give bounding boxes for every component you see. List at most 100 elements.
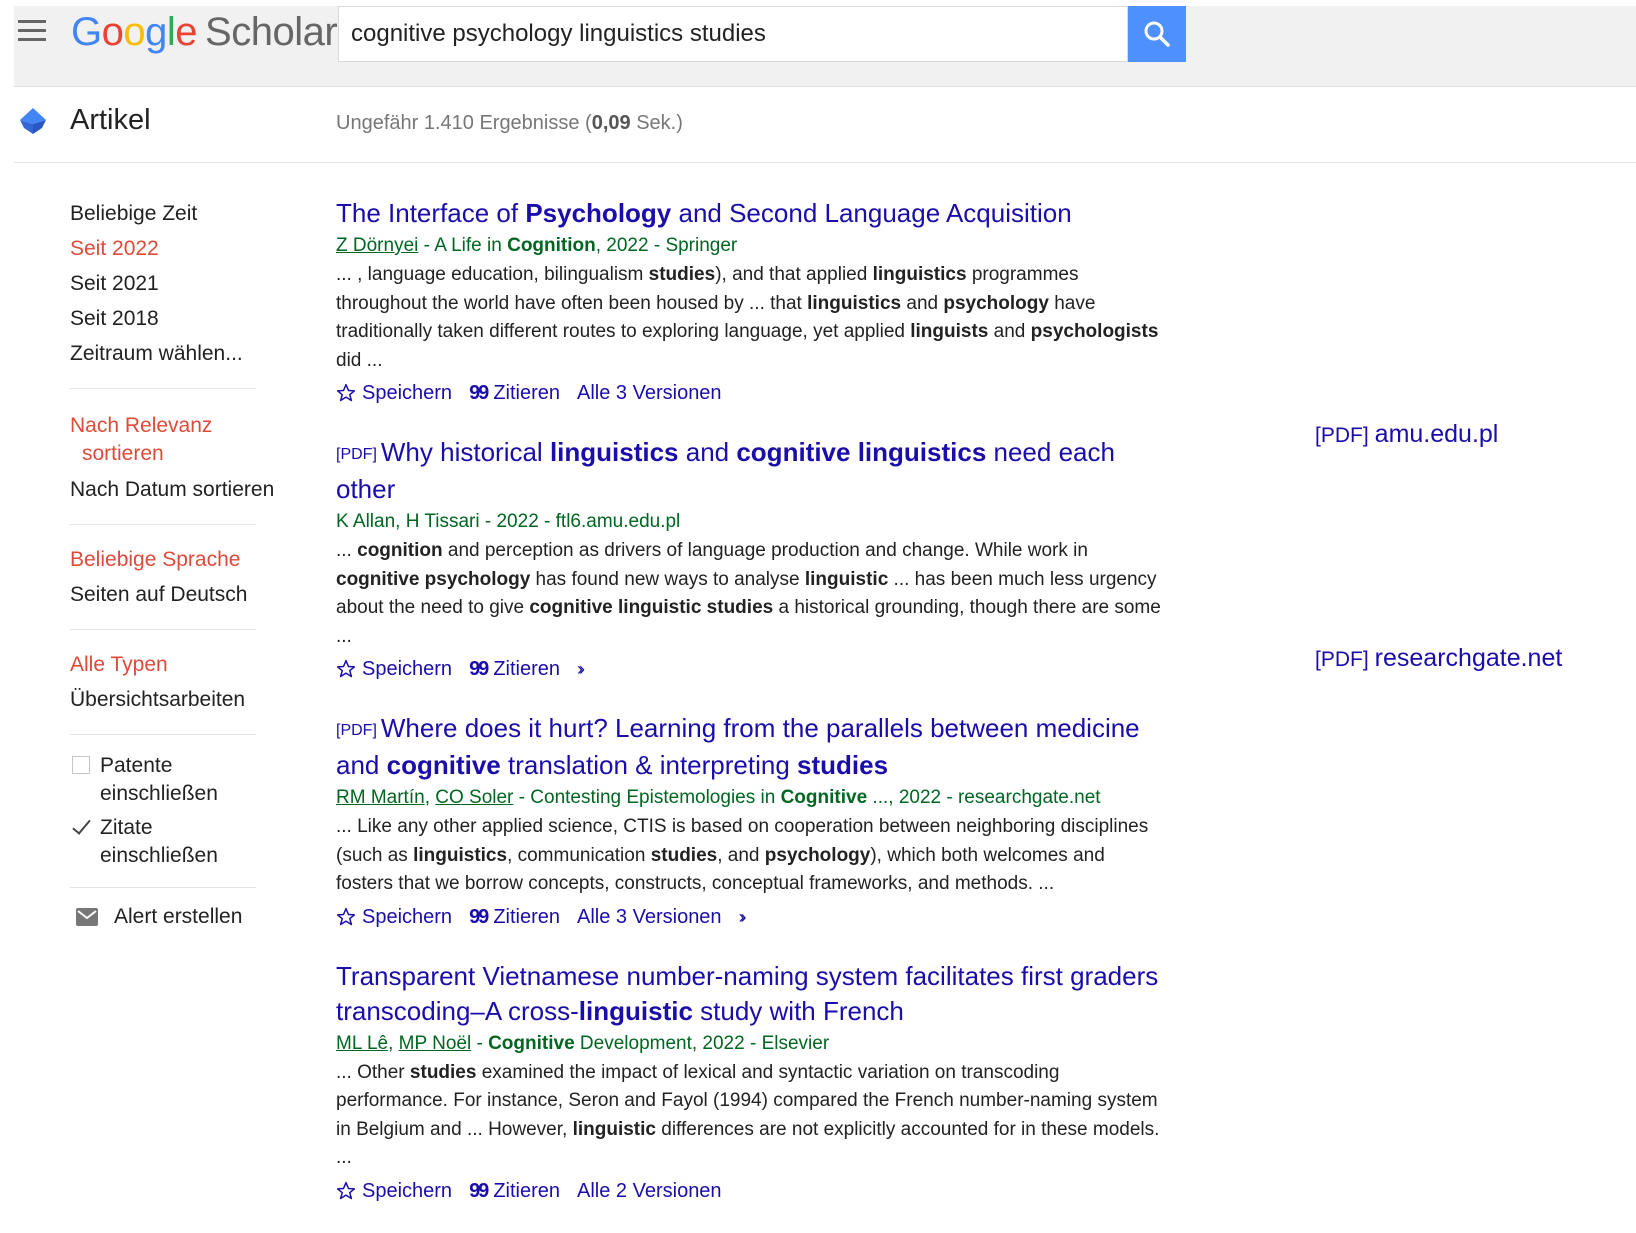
divider (70, 629, 256, 630)
text-fragment: and (678, 437, 737, 467)
text-fragment: K Allan, H Tissari - 2022 - ftl6.amu.edu… (336, 511, 681, 532)
filter-german-pages[interactable]: Seiten auf Deutsch (70, 577, 260, 612)
result-meta: K Allan, H Tissari - 2022 - ftl6.amu.edu… (336, 507, 1166, 537)
save-button[interactable]: Speichern (336, 652, 452, 686)
search-input[interactable] (338, 6, 1128, 62)
text-fragment: and (901, 292, 944, 314)
text-fragment: cognitive (386, 750, 501, 780)
more-options-icon[interactable]: ›› (577, 652, 585, 686)
result-meta: Z Dörnyei - A Life in Cognition, 2022 - … (336, 231, 1166, 261)
filter-review-articles[interactable]: Übersichtsarbeiten (70, 682, 260, 717)
text-fragment: , 2022 - Springer (595, 235, 738, 256)
result-actions: Speichern 99 Zitieren Alle 3 Versionen ›› (336, 900, 1166, 934)
all-versions-link[interactable]: Alle 3 Versionen (577, 900, 722, 934)
result-title-link[interactable]: [PDF] Why historical linguistics and cogn… (336, 435, 1166, 507)
cite-button[interactable]: 99 Zitieren (469, 900, 560, 934)
result-snippet: ... , language education, bilingualism s… (336, 261, 1166, 375)
text-fragment: and Second Language Acquisition (671, 198, 1072, 228)
text-fragment: psychologists (1030, 321, 1159, 342)
quote-icon: 99 (469, 1179, 489, 1202)
result-title-link[interactable]: The Interface of Psychology and Second L… (336, 196, 1166, 231)
divider (70, 388, 256, 389)
text-fragment: ), and that applied (715, 264, 873, 285)
filter-custom-range[interactable]: Zeitraum wählen... (70, 336, 260, 371)
save-button[interactable]: Speichern (336, 376, 452, 410)
include-citations-checkbox[interactable]: Zitate einschließen (70, 814, 260, 870)
cite-button[interactable]: 99 Zitieren (469, 376, 560, 410)
filter-since-2021[interactable]: Seit 2021 (70, 266, 260, 301)
author-link[interactable]: Z Dörnyei (336, 235, 418, 256)
search-button[interactable] (1128, 6, 1186, 62)
text-fragment: , communication (507, 844, 651, 866)
google-scholar-logo[interactable]: Google Scholar (71, 6, 338, 58)
text-fragment: linguistic (578, 995, 693, 1026)
pdf-tag: [PDF] (336, 446, 377, 463)
text-fragment: studies (797, 750, 889, 780)
star-icon (336, 383, 356, 402)
text-fragment: The Interface of (336, 198, 526, 228)
text-fragment: translation & interpreting (500, 750, 798, 780)
filter-any-time[interactable]: Beliebige Zeit (70, 196, 260, 231)
text-fragment: studies (648, 264, 716, 285)
text-fragment: - (471, 1032, 489, 1054)
filter-since-2018[interactable]: Seit 2018 (70, 301, 260, 336)
text-fragment: and (988, 321, 1031, 342)
all-versions-link[interactable]: Alle 2 Versionen (577, 1174, 722, 1208)
sort-by-date[interactable]: Nach Datum sortieren (70, 472, 274, 507)
star-icon (336, 1181, 356, 1199)
articles-icon[interactable] (18, 106, 48, 136)
result-actions: Speichern 99 Zitieren Alle 3 Versionen (336, 376, 1166, 410)
author-link[interactable]: ML Lê (336, 1033, 388, 1054)
search-result: [PDF] Why historical linguistics and cogn… (336, 435, 1166, 686)
results-list: The Interface of Psychology and Second L… (336, 196, 1166, 1233)
filter-since-2022[interactable]: Seit 2022 (70, 231, 260, 266)
result-title-link[interactable]: Transparent Vietnamese number-naming sys… (336, 959, 1166, 1029)
more-options-icon[interactable]: ›› (739, 900, 747, 934)
envelope-icon (76, 908, 98, 926)
result-stats: Ungefähr 1.410 Ergebnisse (0,09 Sek.) (336, 112, 683, 134)
checkbox-checked[interactable] (72, 818, 90, 836)
filter-all-types[interactable]: Alle Typen (70, 647, 260, 682)
author-link[interactable]: MP Noël (399, 1033, 472, 1054)
section-bar: Artikel Ungefähr 1.410 Ergebnisse (0,09 … (14, 88, 1636, 163)
text-fragment: psychology (943, 292, 1049, 314)
text-fragment: cognitive linguistic studies (529, 597, 774, 618)
text-fragment: , (424, 787, 436, 808)
author-link[interactable]: RM Martín (336, 787, 425, 808)
save-button[interactable]: Speichern (336, 900, 452, 934)
text-fragment: did ... (336, 349, 383, 371)
search-result: [PDF] Where does it hurt? Learning from t… (336, 711, 1166, 934)
result-meta: RM Martín, CO Soler - Contesting Epistem… (336, 783, 1166, 813)
save-button[interactable]: Speichern (336, 1174, 452, 1208)
text-fragment: cognitive linguistics (736, 437, 987, 467)
author-link[interactable]: CO Soler (435, 787, 513, 808)
cite-button[interactable]: 99 Zitieren (469, 652, 560, 686)
star-icon (336, 907, 356, 925)
text-fragment: - Contesting Epistemologies in (513, 787, 781, 808)
filter-any-language[interactable]: Beliebige Sprache (70, 542, 260, 577)
result-actions: Speichern 99 Zitieren ›› (336, 652, 1166, 686)
pdf-link-amu[interactable]: [PDF] amu.edu.pl (1315, 420, 1498, 449)
include-patents-checkbox[interactable]: Patente einschließen (70, 752, 260, 808)
sort-by-relevance[interactable]: Nach Relevanz sortieren (70, 406, 260, 472)
text-fragment: linguistics (413, 844, 508, 866)
checkbox-unchecked[interactable] (72, 756, 90, 774)
text-fragment: Cognitive (780, 787, 868, 808)
text-fragment: psychology (764, 844, 871, 866)
text-fragment: cognitive psychology (336, 568, 531, 590)
result-title-link[interactable]: [PDF] Where does it hurt? Learning from t… (336, 711, 1166, 783)
result-actions: Speichern 99 Zitieren Alle 2 Versionen (336, 1174, 1166, 1208)
text-fragment: linguistics (549, 437, 679, 467)
pdf-link-researchgate[interactable]: [PDF] researchgate.net (1315, 644, 1562, 673)
all-versions-link[interactable]: Alle 3 Versionen (577, 376, 722, 410)
text-fragment: , (388, 1032, 399, 1054)
star-icon (336, 659, 356, 678)
hamburger-menu-icon[interactable] (18, 20, 46, 42)
text-fragment: ... (336, 540, 358, 561)
text-fragment: ..., 2022 - researchgate.net (867, 787, 1101, 808)
top-bar: Google Scholar (14, 6, 1636, 87)
text-fragment: linguistics (872, 264, 967, 285)
cite-button[interactable]: 99 Zitieren (469, 1174, 560, 1208)
text-fragment: and perception as drivers of language pr… (442, 540, 1088, 561)
create-alert-link[interactable]: Alert erstellen (70, 905, 260, 929)
